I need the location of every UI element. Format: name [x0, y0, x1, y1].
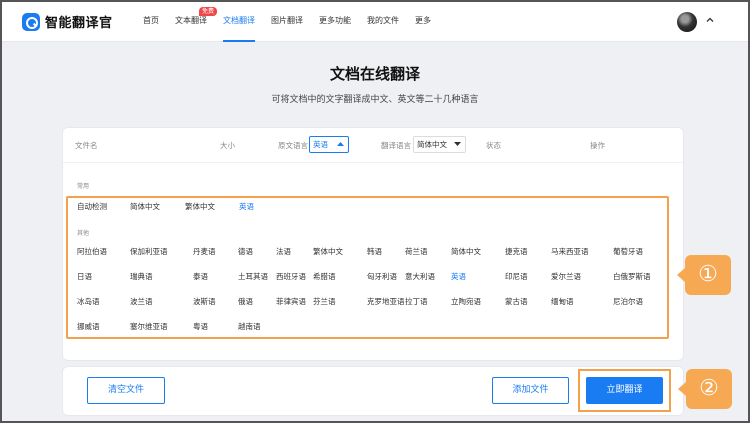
user-avatar[interactable] [677, 12, 697, 32]
translate-button-highlight [578, 369, 671, 412]
app-logo[interactable]: 智能翻译官 [22, 12, 113, 31]
step-2-marker: ② [678, 369, 732, 409]
nav-doc-translate[interactable]: 文档翻译 [215, 2, 263, 42]
source-lang-select[interactable]: 英语 [309, 136, 349, 153]
nav-my-files-label: 我的文件 [367, 16, 399, 25]
col-source-lang: 原文语言 [278, 141, 308, 150]
target-lang-select[interactable]: 简体中文 [413, 136, 466, 153]
nav-doc-translate-label: 文档翻译 [223, 16, 255, 25]
nav-text-translate[interactable]: 文本翻译 免费 [167, 2, 217, 42]
logo-search-icon [22, 12, 40, 31]
nav-my-files[interactable]: 我的文件 [359, 2, 407, 42]
add-file-button[interactable]: 添加文件 [492, 377, 569, 404]
page-subtitle: 可将文档中的文字翻译成中文、英文等二十几种语言 [271, 95, 479, 105]
nav-image-translate-label: 图片翻译 [271, 16, 303, 25]
step-1-marker: ① [677, 255, 731, 295]
main-nav: 首页 文本翻译 免费 文档翻译 图片翻译 更多功能 我的文件 更多 [135, 2, 439, 42]
chevron-up-icon[interactable] [705, 15, 715, 25]
caret-down-icon [454, 142, 461, 146]
caret-up-icon [337, 142, 344, 146]
nav-more-features-label: 更多功能 [319, 16, 351, 25]
nav-more[interactable]: 更多 [407, 2, 439, 42]
col-action: 操作 [590, 141, 605, 150]
col-status: 状态 [486, 141, 501, 150]
source-lang-value: 英语 [313, 140, 328, 149]
col-file-name: 文件名 [75, 141, 98, 150]
col-target-lang: 翻译语言 [381, 141, 411, 150]
common-label: 常用 [77, 183, 90, 190]
page-title: 文档在线翻译 [329, 65, 420, 83]
target-lang-value: 简体中文 [417, 140, 447, 149]
nav-image-translate[interactable]: 图片翻译 [263, 2, 311, 42]
app-name: 智能翻译官 [45, 16, 113, 31]
col-size: 大小 [220, 141, 235, 150]
nav-more-features[interactable]: 更多功能 [311, 2, 359, 42]
header-divider [63, 162, 683, 163]
top-header: 智能翻译官 首页 文本翻译 免费 文档翻译 图片翻译 更多功能 我的文件 更多 [2, 2, 748, 42]
language-panel-highlight [66, 196, 669, 339]
nav-home-label: 首页 [143, 16, 159, 25]
nav-text-translate-label: 文本翻译 [175, 16, 207, 25]
clear-files-button[interactable]: 清空文件 [87, 377, 165, 404]
nav-more-label: 更多 [415, 16, 431, 25]
nav-home[interactable]: 首页 [135, 2, 167, 42]
